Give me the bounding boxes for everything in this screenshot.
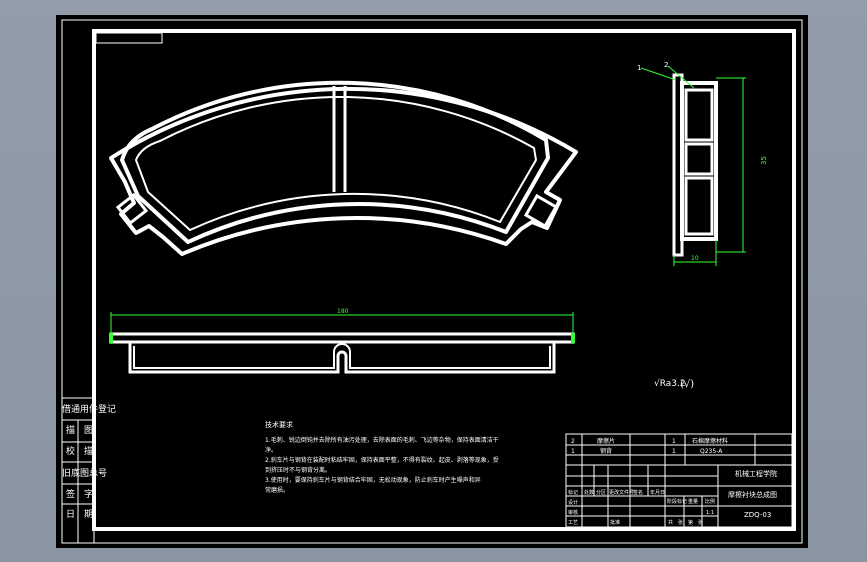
drawing-canvas[interactable]: 1 2 35 10 180 √Ra3.2 (√) 借通用件登记 描 图 校 描 …	[0, 0, 867, 562]
sheet-label-0: 共	[668, 519, 673, 526]
stage-label-2: 比例	[705, 498, 715, 505]
side-table-row-3: 旧底图总号	[62, 467, 107, 479]
leader-2-label: 2	[664, 61, 668, 69]
part-0-qty: 1	[672, 438, 676, 445]
lower-label-2: 工艺	[568, 520, 578, 526]
header-label-1: 处数	[584, 489, 594, 496]
part-1-no: 1	[571, 448, 575, 455]
lower-label-3: 批准	[610, 519, 620, 526]
lower-label-1: 审核	[568, 509, 578, 516]
plate-end-left	[109, 333, 113, 343]
side-table-row-5: 日 期	[66, 509, 93, 520]
side-table-row-0: 借通用件登记	[62, 403, 116, 415]
header-label-0: 标记	[568, 489, 578, 496]
side-table-row-4: 签 字	[66, 488, 93, 500]
company-name: 机械工程学院	[735, 469, 777, 478]
part-0-name: 摩擦片	[597, 437, 615, 445]
drawing-number: ZDQ-03	[744, 511, 771, 519]
cad-viewport: 1 2 35 10 180 √Ra3.2 (√) 借通用件登记 描 图 校 描 …	[0, 0, 867, 562]
notes-title: 技术要求	[265, 420, 293, 429]
part-0-material: 石棉摩擦材料	[692, 437, 728, 445]
lower-label-0: 设计	[568, 499, 578, 506]
stage-label-0: 阶段标记	[667, 498, 687, 505]
drawing-title: 摩擦衬块总成图	[728, 490, 777, 499]
notes-line-4: 3.使用时，要保持刹车片与钢背结合牢固，无松动现象，防止刹车时产生噪声和异	[265, 476, 481, 484]
plate-end-right	[571, 333, 575, 343]
sheet-label-1: 张	[678, 519, 683, 526]
notes-line-5: 常磨损。	[265, 486, 289, 494]
scale-value: 1:1	[706, 510, 714, 516]
part-1-material: Q235-A	[700, 448, 723, 455]
header-label-2: 分区	[596, 489, 606, 496]
sheet-label-3: 张	[698, 519, 703, 526]
part-1-name: 钢背	[600, 447, 612, 455]
notes-line-2: 2.刹车片与钢背在装配时粘结牢固，保持表面平整，不得有裂纹、起皮、剥落等现象，受	[265, 456, 499, 464]
notes-line-3: 到挤压时不与钢背分离。	[265, 466, 331, 474]
notes-line-0: 1.毛刺、锐边倒钝并去除所有油污处理，去除表面的毛刺、飞边等杂物，保持表面清洁干	[265, 436, 499, 444]
side-table-row-2: 校 描	[66, 445, 93, 457]
header-label-5: 年月日	[650, 489, 665, 496]
roughness-symbol-2: (√)	[680, 379, 694, 390]
thickness-dim-text: 10	[691, 255, 699, 262]
part-1-qty: 1	[672, 448, 676, 455]
height-dim-text: 35	[760, 156, 768, 165]
side-table-row-1: 描 图	[66, 424, 93, 436]
sheet-label-2: 第	[688, 519, 693, 526]
header-label-4: 签名	[633, 489, 643, 496]
part-0-no: 2	[571, 438, 575, 445]
notes-line-1: 净。	[265, 446, 277, 454]
stage-label-1: 重量	[688, 498, 698, 505]
header-label-3: 更改文件号	[609, 489, 634, 496]
length-dim-text: 180	[337, 308, 349, 315]
leader-1-label: 1	[637, 64, 641, 72]
